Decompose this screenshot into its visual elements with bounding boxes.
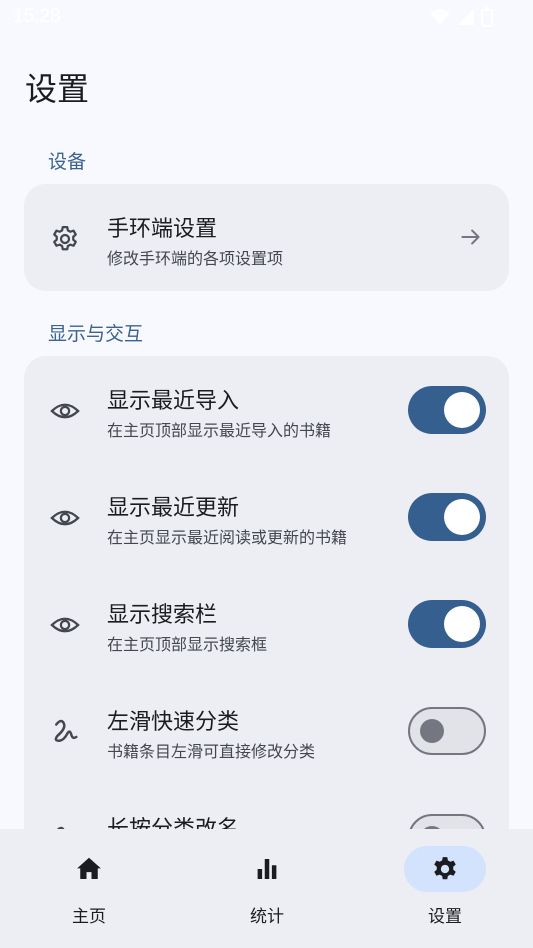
row-title: 左滑快速分类 <box>107 710 240 735</box>
bar-chart-icon <box>252 854 282 884</box>
row-subtitle: 修改手环端的各项设置项 <box>107 249 284 268</box>
show-search-bar-toggle[interactable] <box>408 600 486 648</box>
signal-icon <box>458 9 474 25</box>
show-recent-update-toggle[interactable] <box>408 493 486 541</box>
eye-icon <box>50 503 80 533</box>
toggle-knob <box>444 499 480 535</box>
show-search-bar-row[interactable]: 显示搜索栏 在主页顶部显示搜索框 <box>24 570 509 677</box>
nav-label: 设置 <box>428 907 462 927</box>
eye-icon <box>50 610 80 640</box>
row-title: 手环端设置 <box>107 217 218 242</box>
battery-icon <box>481 7 493 27</box>
status-time: 15:28 <box>13 6 61 27</box>
row-title: 显示最近导入 <box>107 389 240 414</box>
row-subtitle: 在主页顶部显示最近导入的书籍 <box>107 421 332 440</box>
show-recent-update-row[interactable]: 显示最近更新 在主页显示最近阅读或更新的书籍 <box>24 463 509 570</box>
status-icons <box>429 7 493 27</box>
swipe-quick-category-row[interactable]: 左滑快速分类 书籍条目左滑可直接修改分类 <box>24 677 509 784</box>
home-icon <box>74 854 104 884</box>
toggle-knob <box>444 606 480 642</box>
bottom-nav: 主页 统计 设置 <box>0 829 533 948</box>
section-title-device: 设备 <box>48 151 87 173</box>
gear-icon <box>50 224 80 254</box>
show-recent-import-row[interactable]: 显示最近导入 在主页顶部显示最近导入的书籍 <box>24 356 509 463</box>
nav-item-home[interactable]: 主页 <box>0 829 178 948</box>
band-settings-row[interactable]: 手环端设置 修改手环端的各项设置项 <box>24 184 509 291</box>
toggle-knob <box>444 392 480 428</box>
page-title: 设置 <box>25 70 90 108</box>
nav-item-stats[interactable]: 统计 <box>178 829 356 948</box>
display-card: 显示最近导入 在主页顶部显示最近导入的书籍 显示最近更新 在主页显示最近阅读或更… <box>24 356 509 876</box>
nav-label: 主页 <box>72 907 106 927</box>
toggle-knob <box>420 719 444 743</box>
row-title: 显示最近更新 <box>107 496 240 521</box>
row-subtitle: 书籍条目左滑可直接修改分类 <box>107 742 316 761</box>
swipe-quick-category-toggle[interactable] <box>408 707 486 755</box>
wifi-icon <box>430 9 450 25</box>
nav-label: 统计 <box>250 907 284 927</box>
settings-gear-icon <box>430 854 460 884</box>
row-subtitle: 在主页显示最近阅读或更新的书籍 <box>107 528 348 547</box>
device-card: 手环端设置 修改手环端的各项设置项 <box>24 184 509 291</box>
nav-item-settings[interactable]: 设置 <box>356 829 533 948</box>
eye-icon <box>50 396 80 426</box>
row-subtitle: 在主页顶部显示搜索框 <box>107 635 268 654</box>
arrow-right-icon <box>458 224 484 250</box>
status-bar: 15:28 <box>0 0 533 36</box>
row-title: 显示搜索栏 <box>107 603 218 628</box>
show-recent-import-toggle[interactable] <box>408 386 486 434</box>
gesture-icon <box>50 717 80 747</box>
section-title-display: 显示与交互 <box>48 323 144 345</box>
